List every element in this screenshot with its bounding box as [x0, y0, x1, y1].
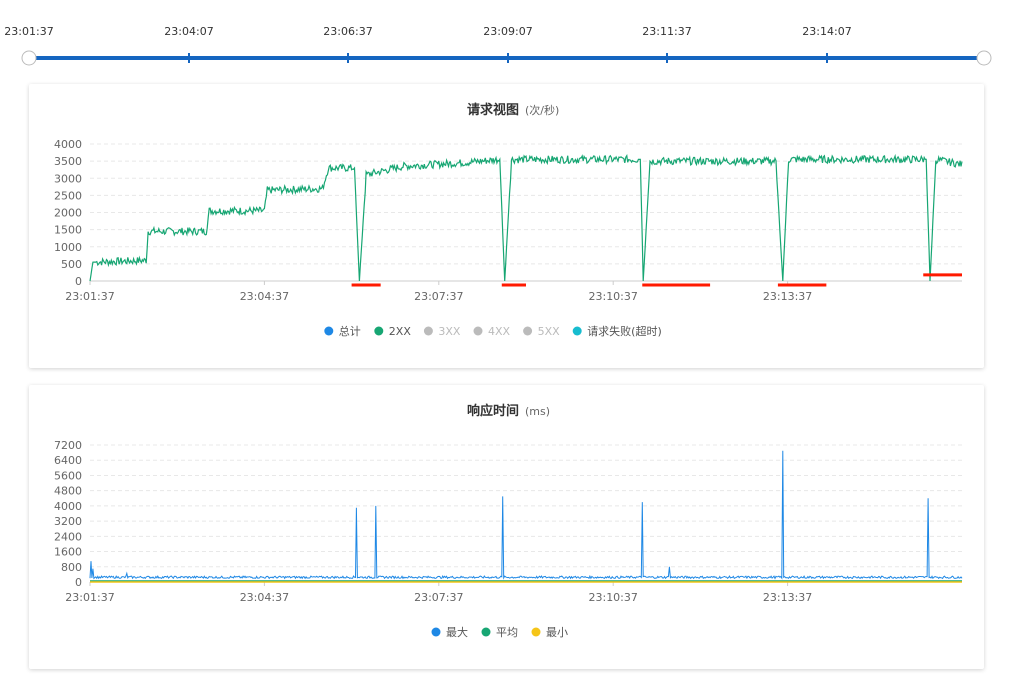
y-tick-label: 0: [75, 576, 82, 589]
slider-time-label: 23:11:37: [642, 25, 691, 38]
legend-item-总计[interactable]: 总计: [324, 324, 361, 338]
legend-label: 最小: [546, 626, 568, 639]
chart-title: 请求视图: [467, 102, 519, 118]
legend-item-2XX[interactable]: 2XX: [374, 325, 411, 338]
time-range-slider[interactable]: 23:01:37 23:04:07 23:06:37 23:09:07 23:11:37…: [0, 0, 1017, 70]
y-tick-label: 5600: [54, 469, 82, 482]
y-tick-label: 4000: [54, 138, 82, 151]
legend-marker: [572, 326, 582, 336]
y-tick-label: 500: [61, 258, 82, 271]
x-tick-label: 23:01:37: [65, 591, 114, 604]
requests-chart-card: 请求视图 (次/秒) 0 500 1000 1500 2000 2500 3000 3500 400…: [29, 84, 984, 368]
x-tick-label: 23:13:37: [763, 290, 812, 303]
y-tick-label: 2500: [54, 189, 82, 202]
legend-marker: [423, 326, 433, 336]
y-tick-label: 2400: [54, 530, 82, 543]
legend-marker: [523, 326, 533, 336]
slider-time-label: 23:09:07: [483, 25, 532, 38]
legend-label: 平均: [496, 626, 518, 639]
legend-label: 请求失败(超时): [587, 324, 662, 338]
time-range-slider-track[interactable]: 23:01:37 23:04:07 23:06:37 23:09:07 23:11:37…: [0, 0, 1017, 70]
legend-label: 总计: [339, 324, 361, 338]
x-tick-label: 23:04:37: [240, 290, 289, 303]
legend-marker: [374, 326, 384, 336]
legend-item-4XX[interactable]: 4XX: [473, 325, 511, 338]
legend-label: 2XX: [389, 325, 412, 338]
legend-label: 4XX: [488, 325, 511, 338]
response-time-chart: 响应时间 (ms) 0 800 1600 2400 3200 4000 4800 5600 6400…: [54, 403, 963, 639]
slider-time-label: 23:14:07: [802, 25, 851, 38]
slider-start-handle[interactable]: [21, 50, 37, 66]
y-tick-label: 800: [61, 561, 82, 574]
series-max-line: [89, 450, 963, 580]
legend-item-最小[interactable]: 最小: [531, 626, 569, 639]
x-tick-label: 23:07:37: [414, 290, 463, 303]
y-tick-label: 0: [75, 275, 82, 288]
legend-item-最大[interactable]: 最大: [431, 625, 469, 639]
x-tick-label: 23:10:37: [588, 290, 637, 303]
legend-label: 3XX: [438, 325, 461, 338]
legend-marker: [431, 627, 441, 637]
legend-label: 最大: [446, 625, 468, 639]
slider-time-label: 23:06:37: [323, 25, 372, 38]
y-tick-label: 3500: [54, 155, 82, 168]
legend-marker: [324, 326, 334, 336]
x-tick-label: 23:10:37: [588, 591, 637, 604]
y-tick-label: 1500: [54, 224, 82, 237]
legend-marker: [473, 326, 483, 336]
x-tick-label: 23:01:37: [65, 290, 114, 303]
x-tick-label: 23:04:37: [240, 591, 289, 604]
legend-item-请求失败(超时)[interactable]: 请求失败(超时): [572, 324, 662, 338]
slider-time-label: 23:04:07: [164, 25, 213, 38]
y-tick-label: 3000: [54, 172, 82, 185]
y-tick-label: 7200: [54, 439, 82, 452]
chart-unit: (次/秒): [525, 103, 559, 117]
legend-label: 5XX: [538, 325, 561, 338]
requests-chart: 请求视图 (次/秒) 0 500 1000 1500 2000 2500 3000 3500 400…: [54, 102, 963, 338]
legend-item-3XX[interactable]: 3XX: [423, 325, 461, 338]
x-tick-label: 23:07:37: [414, 591, 463, 604]
series-2xx-line: [89, 153, 963, 282]
y-tick-label: 1600: [54, 546, 82, 559]
legend-item-5XX[interactable]: 5XX: [523, 325, 560, 338]
slider-time-label: 23:01:37: [4, 25, 53, 38]
y-tick-label: 1000: [54, 241, 82, 254]
slider-end-handle[interactable]: [976, 50, 992, 66]
y-tick-label: 4800: [54, 485, 82, 498]
response-time-chart-card: 响应时间 (ms) 0 800 1600 2400 3200 4000 4800 5600 6400…: [29, 385, 984, 669]
chart-title: 响应时间: [467, 403, 519, 419]
x-tick-label: 23:13:37: [763, 591, 812, 604]
y-tick-label: 4000: [54, 500, 82, 513]
legend-item-平均[interactable]: 平均: [481, 626, 519, 639]
y-tick-label: 6400: [54, 454, 82, 467]
chart-unit: (ms): [525, 405, 550, 418]
y-tick-label: 3200: [54, 515, 82, 528]
legend-marker: [481, 627, 491, 637]
legend-marker: [531, 627, 541, 637]
y-tick-label: 2000: [54, 207, 82, 220]
